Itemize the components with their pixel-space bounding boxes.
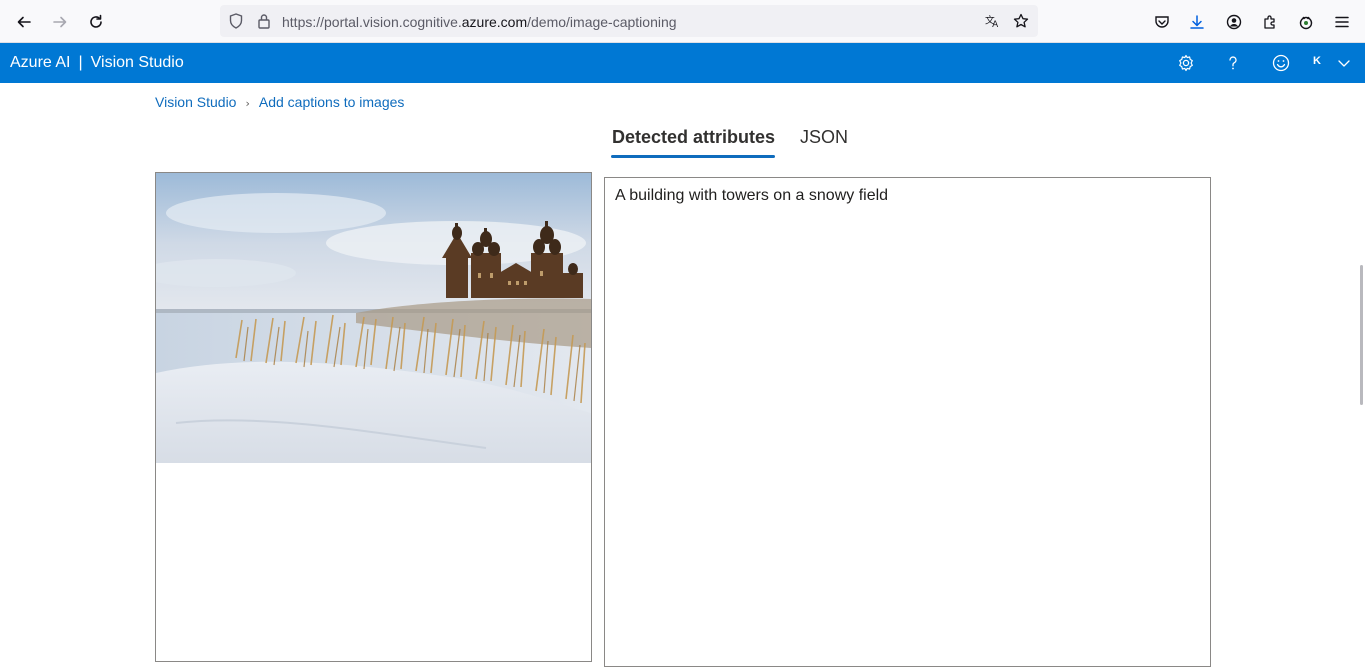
- chevron-right-icon: ›: [245, 97, 250, 110]
- reload-icon[interactable]: [84, 10, 108, 34]
- extension-icon[interactable]: [1296, 12, 1316, 32]
- back-arrow-icon[interactable]: [12, 10, 36, 34]
- url-text[interactable]: https://portal.vision.cognitive.azure.co…: [282, 14, 677, 30]
- account-icon[interactable]: [1224, 12, 1244, 32]
- settings-gear-icon[interactable]: [1176, 53, 1196, 73]
- brand-separator: |: [78, 54, 83, 71]
- pocket-icon[interactable]: [1152, 12, 1172, 32]
- breadcrumb-vision-studio[interactable]: Vision Studio: [155, 94, 236, 110]
- translate-icon[interactable]: 文A: [985, 13, 1001, 29]
- tab-json[interactable]: JSON: [800, 127, 848, 148]
- avatar[interactable]: K: [1313, 55, 1321, 67]
- caption-text: A building with towers on a snowy field: [615, 187, 889, 204]
- breadcrumb: Vision Studio › Add captions to images: [155, 94, 404, 110]
- svg-text:A: A: [992, 20, 998, 29]
- browser-toolbar: https://portal.vision.cognitive.azure.co…: [0, 0, 1365, 43]
- image-preview-panel: [155, 172, 592, 662]
- address-bar[interactable]: https://portal.vision.cognitive.azure.co…: [220, 5, 1038, 37]
- url-path: /demo/image-captioning: [527, 14, 677, 30]
- shield-icon[interactable]: [228, 13, 244, 29]
- brand-primary: Azure AI: [10, 54, 71, 71]
- app-header: Azure AI | Vision Studio K: [0, 43, 1365, 83]
- detected-attributes-panel: A building with towers on a snowy field: [604, 177, 1211, 667]
- feedback-smiley-icon[interactable]: [1271, 53, 1291, 73]
- bookmark-star-icon[interactable]: [1013, 13, 1029, 29]
- extensions-icon[interactable]: [1260, 12, 1280, 32]
- menu-icon[interactable]: [1332, 12, 1352, 32]
- breadcrumb-add-captions[interactable]: Add captions to images: [259, 94, 405, 110]
- brand[interactable]: Azure AI | Vision Studio: [10, 54, 184, 72]
- tab-detected-attributes[interactable]: Detected attributes: [612, 127, 775, 148]
- forward-arrow-icon[interactable]: [48, 10, 72, 34]
- uploaded-image: [156, 173, 591, 463]
- download-icon[interactable]: [1187, 12, 1207, 32]
- lock-icon[interactable]: [256, 13, 272, 29]
- url-domain: azure.com: [461, 14, 528, 30]
- brand-secondary: Vision Studio: [90, 54, 184, 71]
- help-question-icon[interactable]: [1223, 53, 1243, 73]
- chevron-down-icon[interactable]: [1337, 53, 1351, 73]
- page-scrollbar[interactable]: [1360, 265, 1363, 405]
- url-prefix: https://portal.vision.cognitive.: [282, 14, 462, 30]
- active-tab-indicator: [611, 155, 775, 158]
